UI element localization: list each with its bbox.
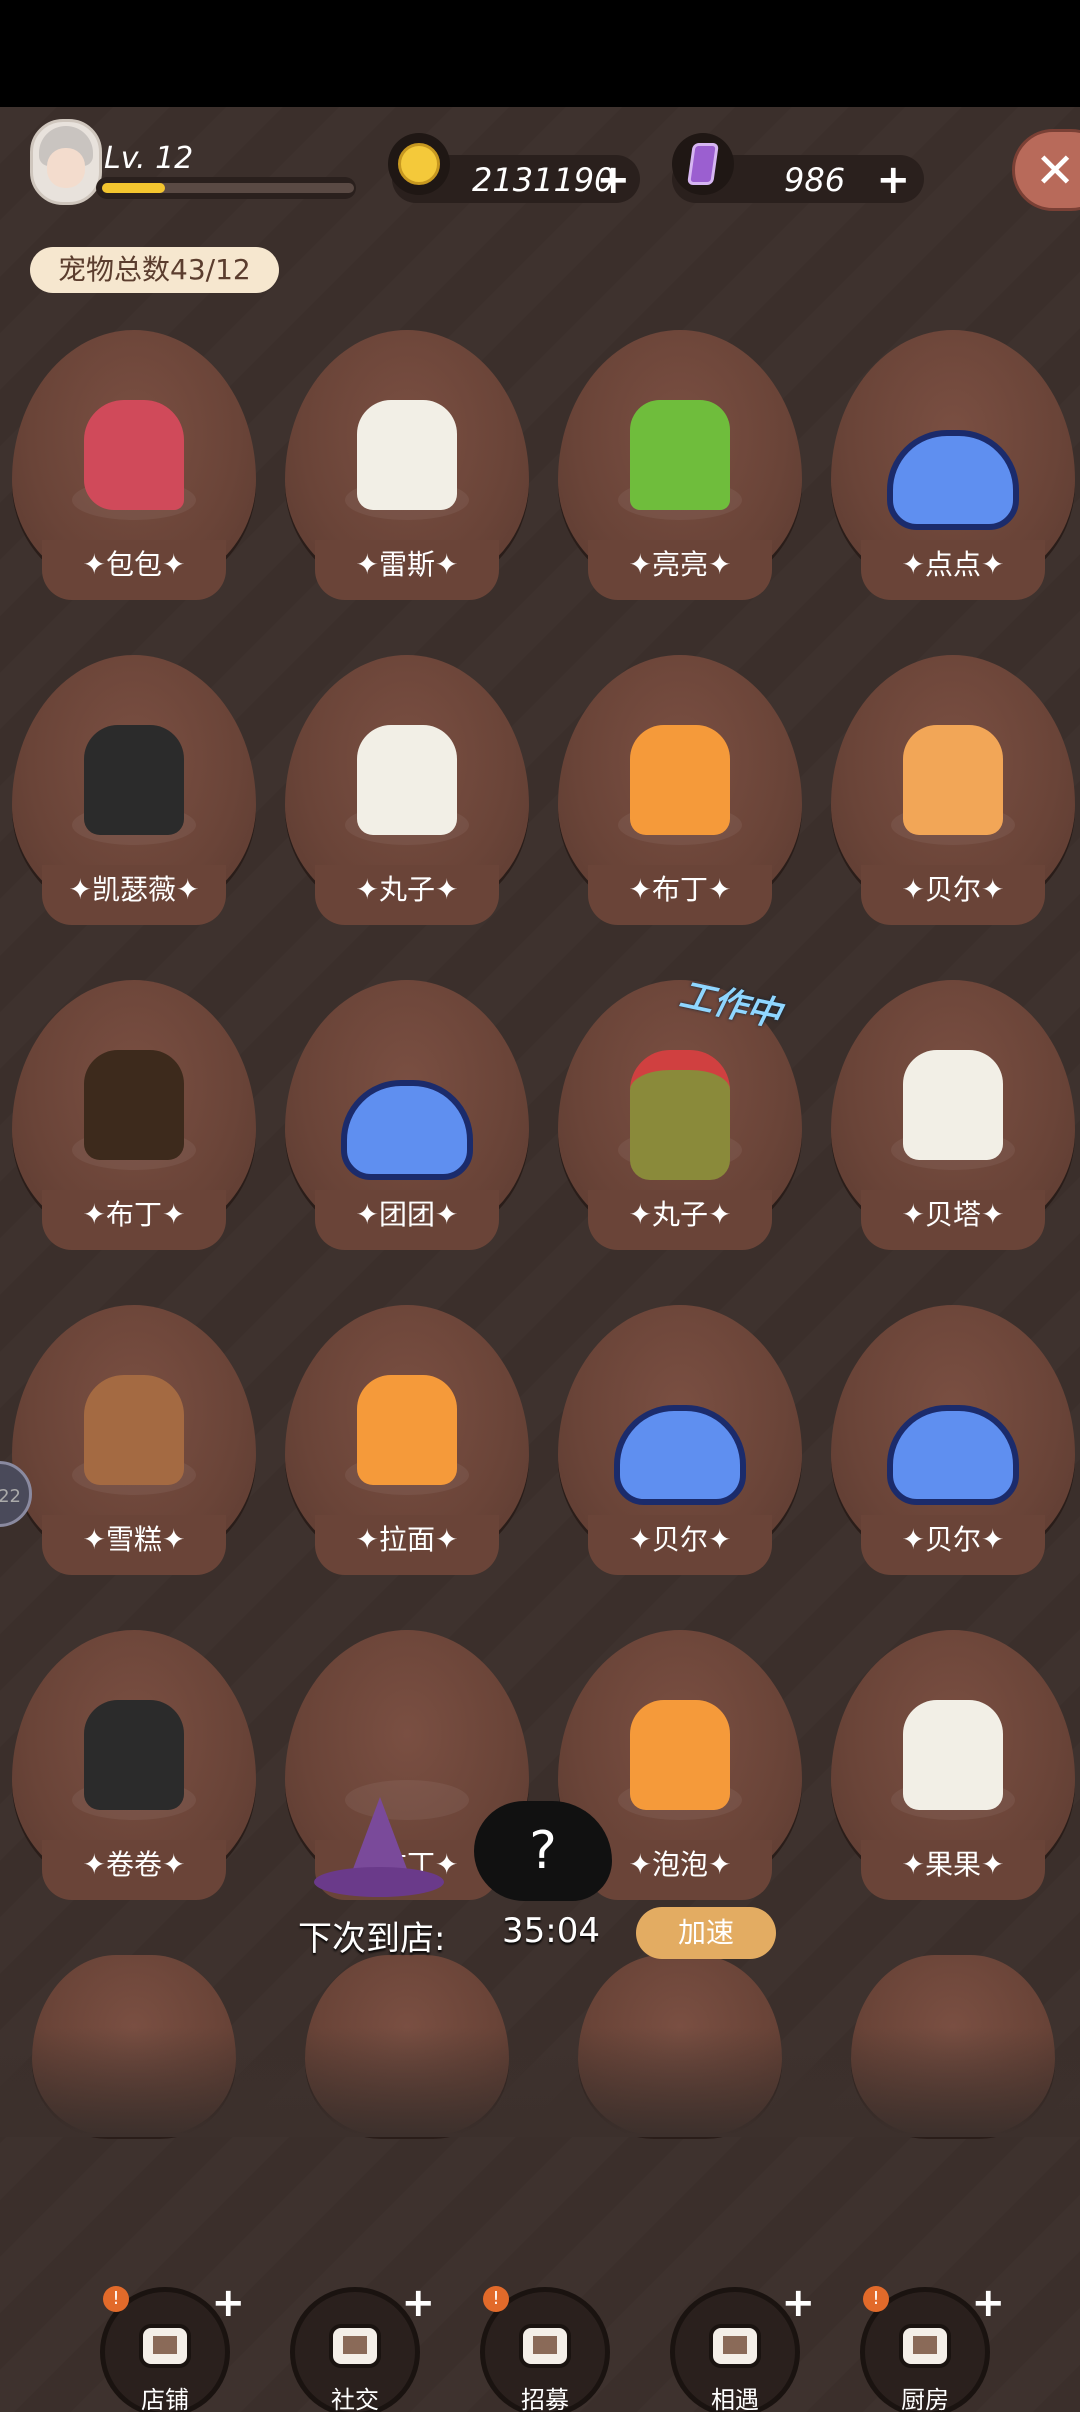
pet-card[interactable]: ✦雷斯✦ xyxy=(285,330,529,620)
shepherd-icon xyxy=(84,1050,184,1160)
plus-icon: + xyxy=(971,2280,1005,2326)
mystery-visitor-icon[interactable]: ? xyxy=(474,1801,612,1901)
husky-icon xyxy=(84,725,184,835)
pet-card[interactable]: ✦拉面✦ xyxy=(285,1305,529,1595)
plus-icon: + xyxy=(401,2280,435,2326)
grey-cat-icon xyxy=(903,1700,1003,1810)
orange-cat-icon xyxy=(630,1700,730,1810)
alert-badge: ! xyxy=(863,2286,889,2312)
alert-badge: ! xyxy=(103,2286,129,2312)
pet-card[interactable]: ✦贝尔✦ xyxy=(831,655,1075,945)
calico-cat-icon xyxy=(903,1050,1003,1160)
nav-button-4[interactable]: 相遇 + xyxy=(670,2280,815,2412)
close-button[interactable]: ✕ xyxy=(1012,129,1080,211)
next-visit-label: 下次到店: xyxy=(298,1919,446,1959)
gem-value: 986 xyxy=(784,161,846,199)
coin-value: 2131190 xyxy=(472,161,615,199)
wizard-hat-icon xyxy=(314,1797,444,1907)
nav-label: 相遇 xyxy=(711,2386,759,2412)
pet-name: ✦贝尔✦ xyxy=(861,1515,1045,1575)
pet-name: ✦拉面✦ xyxy=(315,1515,499,1575)
pet-name: ✦贝尔✦ xyxy=(588,1515,772,1575)
blue-slime-icon xyxy=(614,1405,746,1505)
alert-badge: ! xyxy=(483,2286,509,2312)
player-level: Lv. 12 xyxy=(104,141,194,176)
pet-card[interactable]: ✦布丁✦ xyxy=(558,655,802,945)
pet-name: ✦泡泡✦ xyxy=(588,1840,772,1900)
calico-cat-icon xyxy=(357,400,457,510)
pet-card[interactable]: ✦包包✦ xyxy=(12,330,256,620)
pet-card[interactable]: ✦亮亮✦ xyxy=(558,330,802,620)
speed-up-button[interactable]: 加速 xyxy=(636,1907,776,1959)
gem-icon xyxy=(672,133,734,195)
pet-card[interactable]: ✦点点✦ xyxy=(831,330,1075,620)
goblin-icon xyxy=(630,400,730,510)
pet-name: ✦丸子✦ xyxy=(588,1190,772,1250)
bottom-nav: 店铺 +! 社交 + 招募! 相遇 + 厨房 +! xyxy=(0,2137,1080,2412)
nav-label: 厨房 xyxy=(901,2386,949,2412)
pet-card[interactable]: ✦凯瑟薇✦ xyxy=(12,655,256,945)
pan-icon xyxy=(893,2314,957,2374)
plus-icon: + xyxy=(781,2280,815,2326)
door-icon xyxy=(513,2314,577,2374)
pet-name: ✦点点✦ xyxy=(861,540,1045,600)
pet-name: ✦雷斯✦ xyxy=(315,540,499,600)
blue-slime-icon xyxy=(341,1080,473,1180)
nav-button-5[interactable]: 厨房 +! xyxy=(860,2280,1005,2412)
coin-icon xyxy=(388,133,450,195)
parrot-icon xyxy=(84,400,184,510)
pet-card[interactable]: ✦果果✦ xyxy=(831,1630,1075,1920)
pet-card[interactable]: ✦布丁✦ xyxy=(12,980,256,1270)
plus-icon: + xyxy=(211,2280,245,2326)
pet-card[interactable]: ✦丸子✦ xyxy=(285,655,529,945)
pet-name: ✦果果✦ xyxy=(861,1840,1045,1900)
pet-name: ✦卷卷✦ xyxy=(42,1840,226,1900)
pet-card[interactable]: ✦雪糕✦ xyxy=(12,1305,256,1595)
pet-card[interactable]: ✦卷卷✦ xyxy=(12,1630,256,1920)
pet-collection-screen: Lv. 12 2131190 + 986 + ✕ 宠物总数43/12 ✦包包✦ ✦… xyxy=(0,107,1080,2412)
grid-fade xyxy=(0,2027,1080,2137)
nav-button-3[interactable]: 招募! xyxy=(480,2286,610,2412)
orange-cat-icon xyxy=(357,1375,457,1485)
pet-card[interactable]: ✦贝尔✦ xyxy=(558,1305,802,1595)
shop-icon xyxy=(133,2314,197,2374)
nav-label: 社交 xyxy=(331,2386,379,2412)
pet-name: ✦雪糕✦ xyxy=(42,1515,226,1575)
pet-name: ✦贝尔✦ xyxy=(861,865,1045,925)
pet-name: ✦丸子✦ xyxy=(315,865,499,925)
pet-name: ✦贝塔✦ xyxy=(861,1190,1045,1250)
handshake-icon xyxy=(703,2314,767,2374)
coffee-icon xyxy=(323,2314,387,2374)
blue-slime-icon xyxy=(887,1405,1019,1505)
nav-button-1[interactable]: 店铺 +! xyxy=(100,2280,245,2412)
blue-slime-icon xyxy=(887,430,1019,530)
nav-label: 招募 xyxy=(521,2386,569,2412)
xp-bar xyxy=(96,177,356,199)
pet-name: ✦布丁✦ xyxy=(588,865,772,925)
husky-icon xyxy=(84,1700,184,1810)
pet-name: ✦布丁✦ xyxy=(42,1190,226,1250)
pet-card[interactable]: ✦贝塔✦ xyxy=(831,980,1075,1270)
add-gems-button[interactable]: + xyxy=(876,157,910,203)
grey-cat-icon xyxy=(357,725,457,835)
orange-cat-icon xyxy=(630,725,730,835)
pet-card[interactable]: ✦团团✦ xyxy=(285,980,529,1270)
shiba-icon xyxy=(903,725,1003,835)
nav-label: 店铺 xyxy=(141,2386,189,2412)
nav-button-2[interactable]: 社交 + xyxy=(290,2280,435,2412)
pet-count-badge: 宠物总数43/12 xyxy=(30,247,279,293)
player-avatar[interactable] xyxy=(30,119,102,205)
pet-name: ✦凯瑟薇✦ xyxy=(42,865,226,925)
pet-name: ✦包包✦ xyxy=(42,540,226,600)
next-visit-timer: 35:04 xyxy=(502,1911,600,1951)
pet-name: ✦团团✦ xyxy=(315,1190,499,1250)
add-coins-button[interactable]: + xyxy=(596,157,630,203)
pet-card[interactable]: ✦贝尔✦ xyxy=(831,1305,1075,1595)
pet-name: ✦亮亮✦ xyxy=(588,540,772,600)
monkey-icon xyxy=(84,1375,184,1485)
knight-helmet-icon xyxy=(630,1050,730,1180)
